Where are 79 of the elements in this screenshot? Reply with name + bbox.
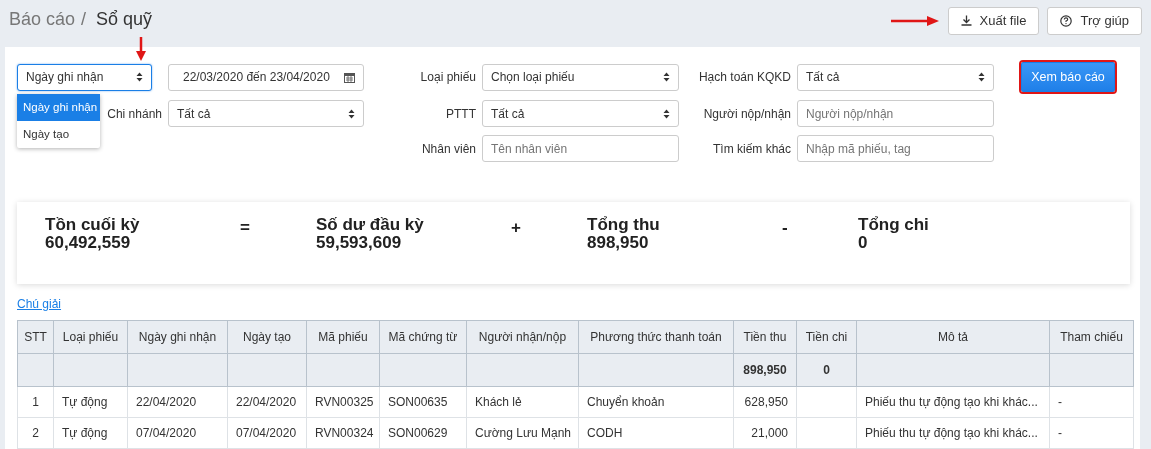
column-header: Phương thức thanh toán xyxy=(578,320,734,354)
sort-caret-icon xyxy=(978,72,985,82)
metric-label: Tồn cuối kỳ xyxy=(45,216,140,234)
metric-label: Số dư đầu kỳ xyxy=(316,216,424,234)
calendar-icon xyxy=(344,71,355,83)
select-field[interactable]: Tất cả xyxy=(482,100,679,127)
column-header: STT xyxy=(17,320,54,354)
field-label: Chi nhánh xyxy=(107,106,162,121)
table-cell: 22/04/2020 xyxy=(127,386,228,418)
field-label: Nhân viên xyxy=(421,141,476,156)
column-header: Loại phiếu xyxy=(53,320,128,354)
table-cell: 1 xyxy=(17,386,54,418)
column-header: Mô tả xyxy=(856,320,1050,354)
download-icon xyxy=(960,15,972,26)
table-cell: Tự động xyxy=(53,417,128,449)
select-field[interactable]: Tất cả xyxy=(168,100,364,127)
column-header: Ngày ghi nhận xyxy=(127,320,228,354)
metric-label: Tổng chi xyxy=(858,216,929,234)
field-label: Hạch toán KQKD xyxy=(698,70,791,84)
select-field[interactable]: Chọn loại phiếu xyxy=(482,63,679,91)
table-cell: SON00635 xyxy=(379,386,467,418)
select-field[interactable]: Tất cả xyxy=(797,63,994,91)
metric-value: 0 xyxy=(858,234,868,252)
table-cell: RVN00324 xyxy=(306,417,380,449)
date-range-field[interactable]: 22/03/2020 đến 23/04/2020 xyxy=(168,63,364,91)
date-type-select[interactable]: Ngày ghi nhận xyxy=(17,63,152,91)
metric-label: Tổng thu xyxy=(587,216,660,234)
column-header: Tiền thu xyxy=(733,320,797,354)
table-cell: CODH xyxy=(578,417,734,449)
sort-caret-icon xyxy=(663,108,670,119)
table-cell: 07/04/2020 xyxy=(227,417,307,449)
column-header: Ngày tạo xyxy=(227,320,307,354)
table-cell: RVN00325 xyxy=(306,386,380,418)
operator-sign: = xyxy=(240,218,250,237)
help-icon xyxy=(1060,14,1073,27)
table-cell: Phiếu thu tự động tạo khi khác... xyxy=(856,417,1050,449)
table-cell: 22/04/2020 xyxy=(227,386,307,418)
table-cell: Tự động xyxy=(53,386,128,418)
field-label: Người nộp/nhận xyxy=(703,106,791,121)
column-header: Người nhận/nộp xyxy=(466,320,579,354)
page-title: Sổ quỹ xyxy=(96,9,153,30)
table-cell: Cường Lưu Mạnh xyxy=(466,417,579,449)
metric-value: 59,593,609 xyxy=(316,234,402,252)
breadcrumb-link[interactable]: Báo cáo xyxy=(9,9,76,30)
download-button[interactable]: Xuất file xyxy=(947,6,1040,35)
table-cell: 21,000 xyxy=(733,417,797,449)
legend-link[interactable]: Chú giải xyxy=(17,297,62,311)
table-cell: Phiếu thu tự động tạo khi khác... xyxy=(856,386,1050,418)
operator-sign: + xyxy=(511,218,521,237)
input-field[interactable]: Nhập mã phiếu, tag xyxy=(797,135,994,162)
sort-caret-icon xyxy=(136,72,143,82)
total-cell: 0 xyxy=(796,353,857,387)
sort-caret-icon xyxy=(663,72,670,82)
metric-value: 60,492,559 xyxy=(45,234,131,252)
column-header: Mã chứng từ xyxy=(379,320,467,354)
column-header: Mã phiếu xyxy=(306,320,380,354)
table-cell: Chuyển khoản xyxy=(578,386,734,418)
table-cell: 2 xyxy=(17,417,54,449)
table-cell: 628,950 xyxy=(733,386,797,418)
help-button[interactable]: Trợ giúp xyxy=(1047,6,1142,35)
table-cell: - xyxy=(1049,417,1134,449)
field-label: Loại phiếu xyxy=(420,70,476,84)
total-cell: 898,950 xyxy=(733,353,797,387)
dropdown-option[interactable]: Ngày tạo xyxy=(17,120,101,148)
sort-caret-icon xyxy=(348,108,355,119)
breadcrumb-separator: / xyxy=(81,9,87,30)
table-cell: 07/04/2020 xyxy=(127,417,228,449)
column-header: Tiền chi xyxy=(796,320,857,354)
input-field[interactable]: Người nộp/nhận xyxy=(797,100,994,127)
table-cell: SON00629 xyxy=(379,417,467,449)
field-label: Tìm kiếm khác xyxy=(713,141,791,156)
metric-value: 898,950 xyxy=(587,234,649,252)
column-header: Tham chiếu xyxy=(1049,320,1134,354)
table-cell: - xyxy=(1049,386,1134,418)
table-cell: Khách lẻ xyxy=(466,386,579,418)
field-label: PTTT xyxy=(446,106,476,121)
input-field[interactable]: Tên nhân viên xyxy=(482,135,679,162)
dropdown-option[interactable]: Ngày ghi nhận xyxy=(17,93,101,121)
operator-sign: - xyxy=(782,218,788,237)
